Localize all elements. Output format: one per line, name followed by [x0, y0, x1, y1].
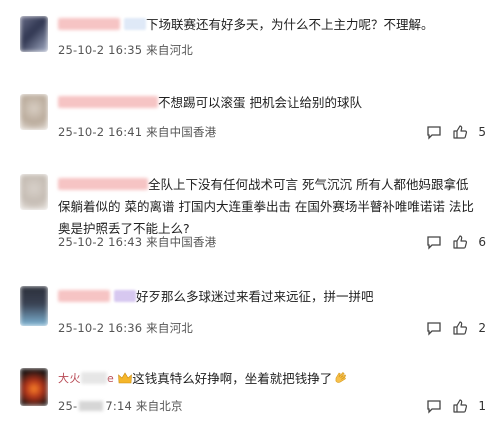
crown-icon: [118, 370, 133, 392]
like-count: 6: [478, 235, 486, 249]
comment-date: 25-10-2: [58, 235, 105, 249]
comment-location: 来自河北: [146, 43, 193, 57]
comment-date: 25-10-2: [58, 125, 105, 139]
reply-icon[interactable]: [426, 234, 442, 250]
comment-text: 好歹那么多球迷过来看过来远征，拼一拼吧: [136, 289, 374, 304]
username[interactable]: 大火: [58, 372, 81, 385]
thumbs-up-icon[interactable]: [452, 320, 468, 336]
user-badge: [124, 18, 146, 30]
username-redacted[interactable]: [58, 18, 120, 30]
comment-location: 来自中国香港: [146, 125, 217, 139]
comment-date: 25-10-2: [58, 321, 105, 335]
comment-item: 好歹那么多球迷过来看过来远征，拼一拼吧 25-10-2 16:36 来自河北 2: [0, 282, 500, 348]
like-count: 2: [478, 321, 486, 335]
username-suffix: e: [107, 372, 115, 385]
thumbs-up-icon[interactable]: [452, 398, 468, 414]
reply-icon[interactable]: [426, 398, 442, 414]
avatar[interactable]: [20, 94, 48, 130]
comment-item: 全队上下没有任何战术可言 死气沉沉 所有人都他妈跟拿低保躺着似的 菜的离谱 打国…: [0, 170, 500, 256]
reply-icon[interactable]: [426, 124, 442, 140]
comment-meta: 25-10-2 16:35 来自河北: [58, 42, 193, 58]
redacted-date: [79, 401, 104, 411]
comment-time: 16:36: [108, 321, 143, 335]
reply-icon[interactable]: [426, 320, 442, 336]
comment-meta: 25- 7:14 来自北京: [58, 398, 183, 414]
comment-location: 来自河北: [146, 321, 193, 335]
comment-meta: 25-10-2 16:41 来自中国香港: [58, 124, 216, 140]
comment-item: 下场联赛还有好多天，为什么不上主力呢？不理解。 25-10-2 16:35 来自…: [0, 8, 500, 68]
comment-time: 16:41: [108, 125, 143, 139]
comment-meta: 25-10-2 16:36 来自河北: [58, 320, 193, 336]
user-badge: [114, 290, 136, 302]
username-redacted: [81, 372, 107, 384]
comment-text: 这钱真特么好挣啊，坐着就把钱挣了: [132, 371, 333, 386]
comment-text: 不想踢可以滚蛋 把机会让给别的球队: [158, 95, 362, 110]
avatar[interactable]: [20, 286, 48, 326]
clapping-hands-icon: [332, 370, 348, 393]
comment-time: 16:35: [108, 43, 143, 57]
comment-date-prefix: 25-: [58, 399, 78, 413]
thumbs-up-icon[interactable]: [452, 124, 468, 140]
comment-text: 下场联赛还有好多天，为什么不上主力呢？不理解。: [146, 17, 434, 32]
username-redacted[interactable]: [58, 290, 110, 302]
comment-location: 来自北京: [135, 399, 183, 413]
avatar[interactable]: [20, 368, 48, 406]
comment-time: 16:43: [108, 235, 143, 249]
avatar[interactable]: [20, 16, 48, 52]
thumbs-up-icon[interactable]: [452, 234, 468, 250]
comment-item: 大火 e 这钱真特么好挣啊，坐着就把钱挣了 25- 7:14 来自北京 1: [0, 364, 500, 434]
comment-item: 不想踢可以滚蛋 把机会让给别的球队 25-10-2 16:41 来自中国香港 5: [0, 88, 500, 150]
comment-time: 7:14: [105, 399, 133, 413]
comment-location: 来自中国香港: [146, 235, 217, 249]
like-count: 5: [478, 125, 486, 139]
comment-date: 25-10-2: [58, 43, 105, 57]
username-redacted[interactable]: [58, 96, 158, 108]
username-redacted[interactable]: [58, 178, 148, 190]
like-count: 1: [478, 399, 486, 413]
avatar[interactable]: [20, 174, 48, 210]
comment-meta: 25-10-2 16:43 来自中国香港: [58, 234, 216, 250]
